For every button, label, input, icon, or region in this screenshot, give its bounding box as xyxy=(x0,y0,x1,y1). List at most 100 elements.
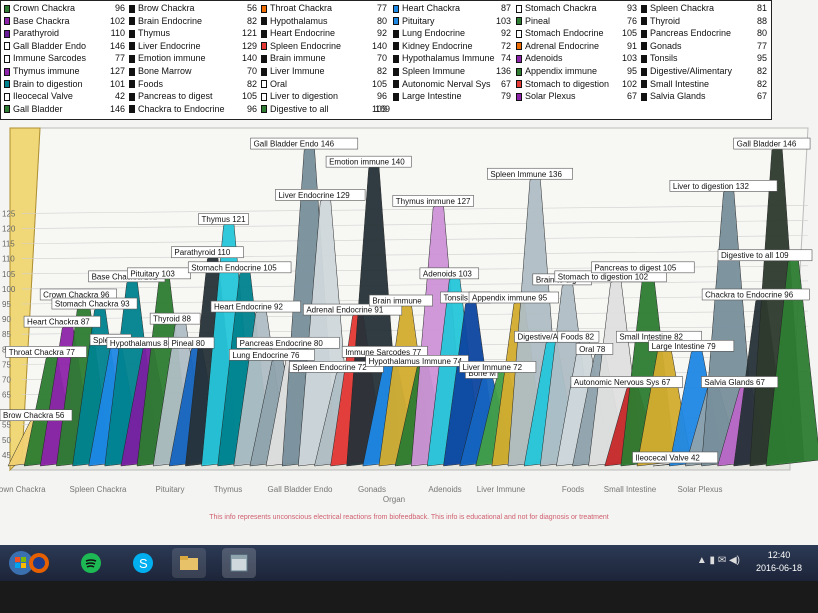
legend-value: 105 xyxy=(621,28,637,39)
legend-value: 88 xyxy=(756,15,767,26)
system-tray[interactable]: ▲ ▮ ✉ ◀) xyxy=(697,555,740,566)
legend-item: Heart Endocrine xyxy=(261,28,335,39)
data-label: Digestive/Ali xyxy=(517,333,561,342)
legend-label: Kidney Endocrine xyxy=(402,40,473,51)
legend-label: Brain Endocrine xyxy=(138,15,203,26)
legend-label: Appendix immune xyxy=(525,66,598,76)
legend-value: 103 xyxy=(621,53,637,64)
legend-value: 103 xyxy=(495,15,511,26)
legend-label: Adenoids xyxy=(525,53,563,64)
legend-item: Brow Chackra xyxy=(129,3,195,14)
legend-label: Adrenal Endocrine xyxy=(525,40,600,51)
legend-value: 87 xyxy=(500,3,511,13)
legend-item: Digestive to all xyxy=(261,104,329,115)
data-label: Chackra to Endocrine 96 xyxy=(705,290,794,299)
legend-value: 129 xyxy=(241,40,257,51)
legend-item: Kidney Endocrine xyxy=(393,41,473,52)
folder-icon[interactable] xyxy=(172,548,206,578)
legend-swatch xyxy=(516,54,522,63)
legend-label: Parathyroid xyxy=(13,28,60,39)
chart-legend: Crown Chackra 96 Base Chackra 102 Parathyroi… xyxy=(0,0,772,120)
legend-item: Large Intestine xyxy=(393,91,462,102)
legend-swatch xyxy=(129,4,135,13)
data-label: Pineal 80 xyxy=(171,339,205,348)
legend-swatch xyxy=(4,54,10,63)
legend-label: Digestive to all xyxy=(270,103,329,114)
legend-swatch xyxy=(129,29,135,38)
data-label: Spleen Immune 136 xyxy=(490,170,562,179)
legend-value: 82 xyxy=(376,66,387,76)
legend-item: Gall Bladder Endo xyxy=(4,41,86,52)
spotify-icon[interactable] xyxy=(74,548,108,578)
legend-swatch xyxy=(261,17,267,26)
legend-swatch xyxy=(641,17,647,26)
legend-item: Thyroid xyxy=(641,16,680,27)
data-label: Appendix immune 95 xyxy=(472,294,548,303)
legend-label: Liver Endocrine xyxy=(138,40,201,51)
y-tick-label: 110 xyxy=(2,255,15,264)
legend-value: 140 xyxy=(371,40,387,51)
legend-item: Hypothalamus Immune xyxy=(393,53,495,64)
legend-label: Pituitary xyxy=(402,15,435,26)
legend-label: Throat Chackra xyxy=(270,3,333,13)
y-tick-label: 70 xyxy=(2,375,11,384)
legend-label: Thymus xyxy=(138,28,171,39)
legend-swatch xyxy=(129,42,135,51)
legend-value: 67 xyxy=(626,91,637,102)
firefox-icon[interactable] xyxy=(22,548,56,578)
legend-label: Hypothalamus Immune xyxy=(402,53,495,64)
legend-item: Crown Chackra xyxy=(4,3,75,14)
data-label: Gall Bladder Endo 146 xyxy=(254,140,335,149)
legend-item: Digestive/Alimentary xyxy=(641,66,732,77)
legend-value: 91 xyxy=(626,40,637,51)
skype-icon[interactable]: S xyxy=(126,548,160,578)
data-label: Throat Chackra 77 xyxy=(9,348,76,357)
legend-label: Foods xyxy=(138,78,164,89)
data-label: Salvia Glands 67 xyxy=(704,378,765,387)
legend-value: 56 xyxy=(246,3,257,13)
legend-label: Heart Chackra xyxy=(402,3,461,13)
data-label: Large Intestine 79 xyxy=(652,342,717,351)
legend-label: Chackra to Endocrine xyxy=(138,103,225,114)
legend-label: Emotion immune xyxy=(138,53,206,64)
data-label: Pancreas to digest 105 xyxy=(594,263,676,272)
taskbar-clock[interactable]: 12:40 2016-06-18 xyxy=(756,549,802,575)
legend-swatch xyxy=(261,54,267,63)
legend-item: Tonsils xyxy=(641,53,678,64)
legend-item: Brain immune xyxy=(261,53,326,64)
legend-item: Spleen Endocrine xyxy=(261,41,341,52)
legend-label: Bone Marrow xyxy=(138,66,192,76)
legend-item: Liver Endocrine xyxy=(129,41,201,52)
legend-value: 105 xyxy=(371,78,387,89)
data-label: Thyroid 88 xyxy=(153,315,191,324)
legend-value: 79 xyxy=(500,91,511,102)
legend-label: Brow Chackra xyxy=(138,3,195,13)
legend-value: 80 xyxy=(376,15,387,26)
legend-item: Chackra to Endocrine xyxy=(129,104,225,115)
legend-value: 146 xyxy=(109,103,125,114)
legend-swatch xyxy=(261,92,267,101)
legend-value: 136 xyxy=(495,66,511,76)
x-tick-label: Adenoids xyxy=(428,485,461,494)
x-tick-label: Spleen Chackra xyxy=(70,485,127,494)
legend-label: Tonsils xyxy=(650,53,678,64)
legend-value: 70 xyxy=(246,66,257,76)
data-label: Brain immune xyxy=(372,297,422,306)
data-label: Oral 78 xyxy=(579,345,606,354)
legend-swatch xyxy=(261,80,267,89)
y-tick-label: 50 xyxy=(2,436,11,445)
data-label: Foods 82 xyxy=(561,333,595,342)
legend-label: Spleen Chackra xyxy=(650,3,715,13)
legend-label: Lung Endocrine xyxy=(402,28,466,39)
legend-label: Stomach Chackra xyxy=(525,3,597,13)
legend-item: Stomach Endocrine xyxy=(516,28,604,39)
legend-swatch xyxy=(4,4,10,13)
legend-label: Gall Bladder Endo xyxy=(13,40,87,51)
legend-swatch xyxy=(516,17,522,26)
legend-swatch xyxy=(516,29,522,38)
y-tick-label: 100 xyxy=(2,285,16,294)
data-label: Stomach to digestion 102 xyxy=(558,272,649,281)
legend-value: 121 xyxy=(241,28,257,39)
data-label: Liver Endocrine 129 xyxy=(278,191,350,200)
window-icon[interactable] xyxy=(222,548,256,578)
